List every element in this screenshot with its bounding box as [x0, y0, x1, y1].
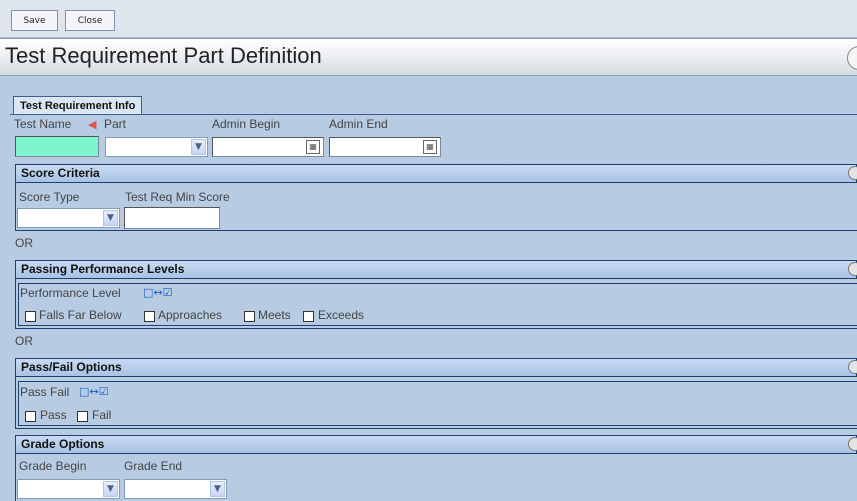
pass-fail-label: Pass Fail	[20, 385, 70, 399]
close-button[interactable]: Close	[65, 10, 115, 31]
falls-far-below-checkbox[interactable]	[25, 311, 36, 322]
exceeds-checkbox[interactable]	[303, 311, 314, 322]
min-score-label: Test Req Min Score	[125, 190, 230, 204]
section-header-passing-performance: Passing Performance Levels	[15, 260, 857, 279]
section-header-pass-fail: Pass/Fail Options	[15, 358, 857, 377]
collapse-icon[interactable]	[848, 262, 857, 276]
collapse-icon[interactable]	[848, 166, 857, 180]
pass-checkbox[interactable]	[25, 411, 36, 422]
approaches-checkbox[interactable]	[144, 311, 155, 322]
falls-far-below-label: Falls Far Below	[39, 308, 122, 322]
approaches-label: Approaches	[158, 308, 223, 322]
exceeds-label: Exceeds	[318, 308, 365, 322]
tab-underline	[10, 114, 857, 115]
toolbar: Save Close	[0, 0, 857, 38]
chevron-down-icon[interactable]: ▼	[103, 481, 118, 497]
fail-checkbox[interactable]	[77, 411, 88, 422]
score-type-select[interactable]: ▼	[17, 208, 120, 228]
performance-level-label: Performance Level	[20, 286, 121, 300]
section-header-grade-options: Grade Options	[15, 435, 857, 454]
or-label: OR	[15, 334, 33, 348]
grade-begin-label: Grade Begin	[19, 459, 87, 473]
fail-label: Fail	[92, 408, 112, 422]
grade-end-select[interactable]: ▼	[124, 479, 227, 499]
admin-begin-field[interactable]: ▦	[212, 137, 324, 157]
admin-end-label: Admin End	[329, 117, 388, 131]
meets-label: Meets	[258, 308, 291, 322]
meets-checkbox[interactable]	[244, 311, 255, 322]
save-button[interactable]: Save	[11, 10, 58, 31]
left-arrow-icon: ◀	[88, 118, 97, 131]
section-header-score-criteria: Score Criteria	[15, 164, 857, 183]
collapse-icon[interactable]	[847, 46, 857, 70]
pass-fail-group	[18, 381, 857, 426]
score-type-label: Score Type	[19, 190, 80, 204]
tab-test-requirement-info[interactable]: Test Requirement Info	[13, 96, 143, 115]
chevron-down-icon[interactable]: ▼	[210, 481, 225, 497]
part-label: Part	[104, 117, 127, 131]
chevron-down-icon[interactable]: ▼	[103, 210, 118, 226]
test-name-field[interactable]	[15, 136, 99, 157]
select-all-toggle-icon[interactable]: □↔☑	[79, 385, 108, 398]
admin-end-field[interactable]: ▦	[329, 137, 441, 157]
calendar-icon[interactable]: ▦	[423, 140, 437, 154]
grade-end-label: Grade End	[124, 459, 183, 473]
or-label: OR	[15, 236, 33, 250]
part-select[interactable]: ▼	[105, 137, 208, 157]
pass-label: Pass	[40, 408, 67, 422]
chevron-down-icon[interactable]: ▼	[191, 139, 206, 155]
collapse-icon[interactable]	[848, 437, 857, 451]
page-title: Test Requirement Part Definition	[5, 43, 322, 68]
admin-begin-label: Admin Begin	[212, 117, 281, 131]
test-name-label: Test Name	[14, 117, 72, 131]
calendar-icon[interactable]: ▦	[306, 140, 320, 154]
min-score-field[interactable]	[124, 207, 220, 229]
title-bar: Test Requirement Part Definition	[0, 38, 857, 76]
select-all-toggle-icon[interactable]: □↔☑	[143, 286, 172, 299]
collapse-icon[interactable]	[848, 360, 857, 374]
grade-begin-select[interactable]: ▼	[17, 479, 120, 499]
